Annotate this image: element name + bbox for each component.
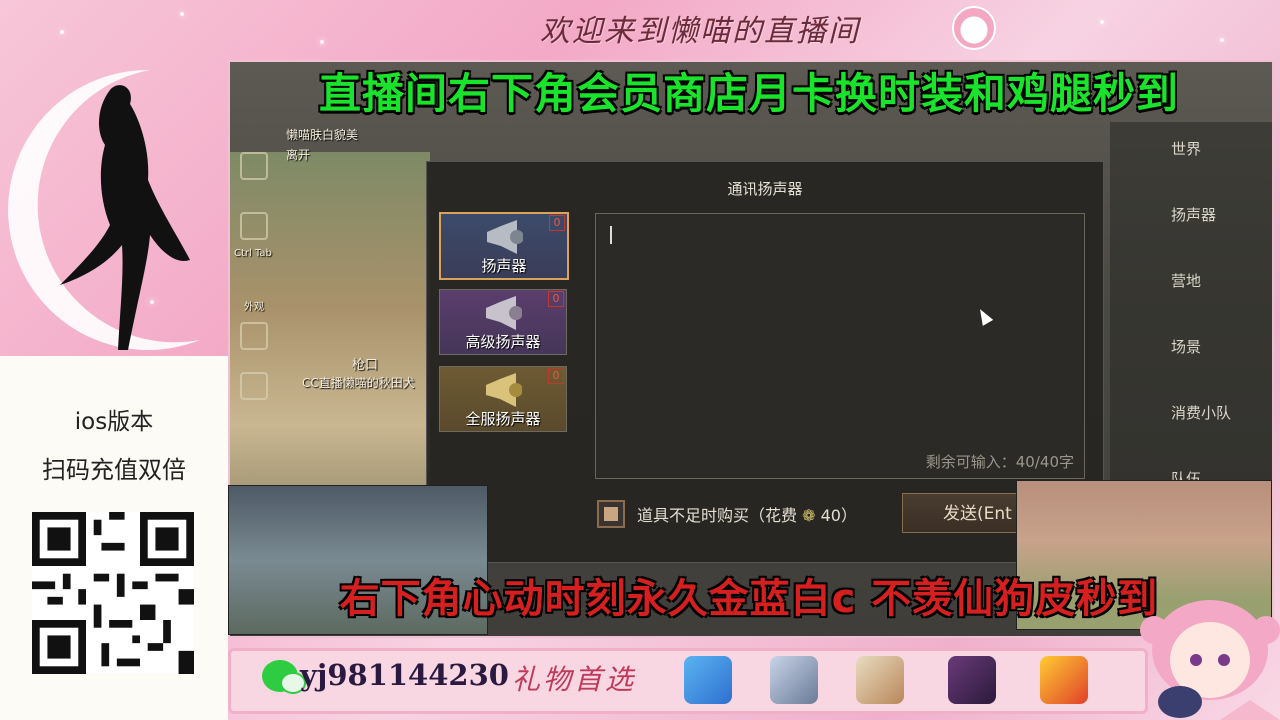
cat-avatar-icon [952,6,996,50]
channel-speaker[interactable]: 扬声器 [1171,204,1216,225]
leave-text[interactable]: 离开 [286,146,310,163]
auto-buy-checkbox[interactable] [597,500,625,528]
gift-icon[interactable] [856,656,904,704]
headline-top: 直播间右下角会员商店月卡换时装和鸡腿秒到 [318,69,1179,118]
gift-icon[interactable] [770,656,818,704]
appearance-label: 外观 [244,302,264,313]
compass-icon[interactable] [240,322,268,350]
double-recharge-label: 扫码充值双倍 [42,456,186,484]
dialog-title: 通讯扬声器 [727,180,803,198]
gift-icon[interactable] [1040,656,1088,704]
item-count: 0 [548,368,564,384]
speaker-dialog: 通讯扬声器 0 扬声器 0 高级扬声器 0 全服扬声器 剩余可输入：40/40字… [426,161,1104,563]
sparkle [1220,38,1224,42]
sparkle [60,30,64,34]
megaphone-icon [487,220,523,254]
megaphone-icon [486,296,522,330]
moon-silhouette-art [8,69,200,350]
welcome-banner: 欢迎来到懒喵的直播间 [540,14,860,49]
item-count: 0 [548,291,564,307]
headline-bottom: 右下角心动时刻永久金蓝白c 不羡仙狗皮秒到 [339,576,1159,622]
item-label: 全服扬声器 [465,410,541,428]
auto-buy-cost: 40） [820,506,857,525]
gift-icon[interactable] [948,656,996,704]
player-name-text: 懒喵肤白貌美 [286,128,359,142]
megaphone-icon [486,373,522,407]
channel-scene[interactable]: 场景 [1171,336,1201,357]
game-scene-left [230,152,430,542]
sparkle [1100,20,1104,24]
item-server-speaker[interactable]: 0 全服扬声器 [439,366,567,432]
channel-world[interactable]: 世界 [1171,138,1201,159]
channel-squad[interactable]: 消费小队 [1171,402,1231,423]
gift-title: 礼物首选 [512,663,637,696]
flag-icon[interactable] [240,212,268,240]
item-advanced-speaker[interactable]: 0 高级扬声器 [439,289,567,355]
npc-name-text: CC直播懒喵的秋田犬 [302,376,415,390]
wechat-icon [262,660,306,694]
task-icon[interactable] [240,152,268,180]
chibi-character-art [1140,600,1280,720]
auto-buy-label: 道具不足时购买（花费 ❁ 40） [637,502,857,526]
text-caret [610,226,612,244]
item-label: 高级扬声器 [465,333,541,351]
remaining-count: 剩余可输入：40/40字 [925,453,1074,471]
message-input[interactable]: 剩余可输入：40/40字 [595,213,1085,479]
auto-buy-text: 道具不足时购买（花费 [637,506,798,525]
qr-code[interactable] [32,512,194,674]
ctrl-tab-hint: Ctrl Tab [234,248,272,259]
location-label: 枪口 [352,358,379,373]
coin-icon: ❁ [797,506,821,525]
item-count: 0 [549,215,565,231]
wechat-id: yj981144230 [300,658,509,692]
sparkle [180,12,184,16]
item-speaker[interactable]: 0 扬声器 [439,212,569,280]
quest-icon[interactable] [240,372,268,400]
channel-camp[interactable]: 营地 [1171,270,1201,291]
sparkle [320,40,324,44]
gift-icon[interactable] [684,656,732,704]
item-label: 扬声器 [481,257,527,275]
ios-version-label: ios版本 [74,409,154,435]
